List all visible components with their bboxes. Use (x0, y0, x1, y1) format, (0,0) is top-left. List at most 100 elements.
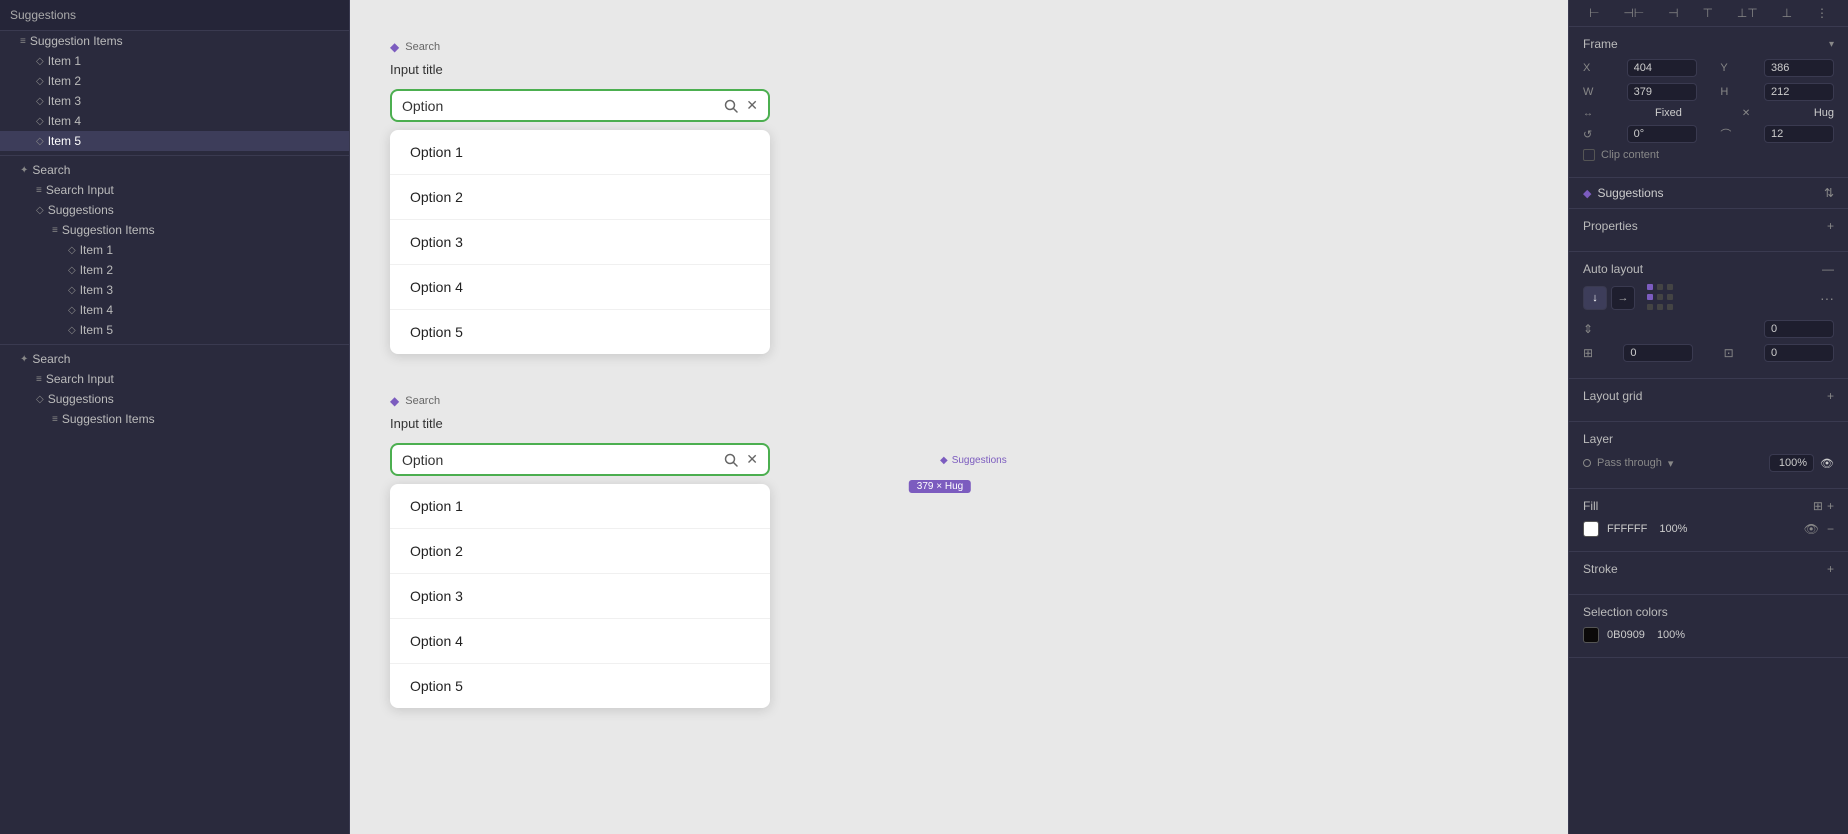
right-panel-toolbar: ⊢ ⊣⊢ ⊣ ⊤ ⊥⊤ ⊥ ⋮ (1569, 0, 1848, 27)
suggestion-option[interactable]: Option 2 (390, 529, 770, 574)
sidebar-item-item2-3[interactable]: ◇ Item 3 (0, 280, 349, 300)
search-input-wrapper-1[interactable]: ✕ (390, 89, 770, 122)
properties-add-icon[interactable]: + (1827, 219, 1834, 233)
suggestion-option[interactable]: Option 3 (390, 220, 770, 265)
selection-color-swatch[interactable] (1583, 627, 1599, 643)
suggestion-option[interactable]: Option 1 (390, 484, 770, 529)
sidebar-label: Suggestion Items (30, 34, 123, 48)
dot (1647, 284, 1653, 290)
h-input[interactable] (1764, 83, 1834, 101)
y-input[interactable] (1764, 59, 1834, 77)
gap-input[interactable] (1764, 320, 1834, 338)
constraint-row: ↔ Fixed ✕ Hug (1583, 107, 1834, 119)
suggestion-option[interactable]: Option 5 (390, 664, 770, 708)
diamond-icon: ◇ (36, 205, 44, 216)
sidebar-item-item1-4[interactable]: ◇ Item 4 (0, 111, 349, 131)
distribute-icon[interactable]: ⋮ (1816, 6, 1828, 20)
sidebar-item-item1-5[interactable]: ◇ Item 5 (0, 131, 349, 151)
sidebar-item-search-1[interactable]: ✦ Search (0, 160, 349, 180)
suggestion-option[interactable]: Option 4 (390, 265, 770, 310)
align-center-v-icon[interactable]: ⊥⊤ (1737, 6, 1758, 20)
fill-color-row: FFFFFF 100% 👁 − (1583, 521, 1834, 537)
arrow-down-btn[interactable]: ↓ (1583, 286, 1607, 310)
dot (1647, 304, 1653, 310)
align-center-h-icon[interactable]: ⊣⊢ (1623, 6, 1644, 20)
sidebar-item-suggestions-1[interactable]: ◇ Suggestions (0, 200, 349, 220)
sidebar-item-item2-1[interactable]: ◇ Item 1 (0, 240, 349, 260)
selection-colors-label: Selection colors (1583, 605, 1668, 619)
arrow-right-btn[interactable]: → (1611, 286, 1635, 310)
search-icon-button-2[interactable] (724, 453, 738, 467)
fill-visibility-icon[interactable]: 👁 (1804, 522, 1819, 536)
sidebar-item-item2-2[interactable]: ◇ Item 2 (0, 260, 349, 280)
gem-icon-2: ◆ (390, 394, 399, 408)
fill-hex-value: FFFFFF (1607, 523, 1647, 535)
suggestions-section-label: Suggestions (1597, 186, 1663, 200)
clip-checkbox[interactable] (1583, 149, 1595, 161)
frame-expand-icon[interactable]: ▾ (1829, 39, 1834, 50)
diamond-icon: ◇ (68, 285, 76, 296)
padding-v-input[interactable] (1764, 344, 1834, 362)
search-icon-button-1[interactable] (724, 99, 738, 113)
w-input[interactable] (1627, 83, 1697, 101)
diamond-icon: ◇ (36, 96, 44, 107)
sidebar-item-item2-5[interactable]: ◇ Item 5 (0, 320, 349, 340)
frame-section-title: Frame ▾ (1583, 37, 1834, 51)
align-top-icon[interactable]: ⊤ (1702, 6, 1712, 20)
sidebar-item-search-input-2[interactable]: ≡ Search Input (0, 369, 349, 389)
diamond-icon: ◇ (68, 245, 76, 256)
search-input-2[interactable] (402, 452, 716, 468)
sidebar-label: Item 2 (48, 74, 81, 88)
frame-section: Frame ▾ X Y W H ↔ Fixed ✕ Hug ↺ ⌒ (1569, 27, 1848, 178)
sidebar-item-suggestion-items-3[interactable]: ≡ Suggestion Items (0, 409, 349, 429)
canvas: ◆ Search Input title ✕ Option 1 Option 2… (350, 0, 1568, 834)
suggestion-option[interactable]: Option 3 (390, 574, 770, 619)
sidebar-item-item1-2[interactable]: ◇ Item 2 (0, 71, 349, 91)
suggestion-option[interactable]: Option 5 (390, 310, 770, 354)
rotation-input[interactable] (1627, 125, 1697, 143)
stroke-add-icon[interactable]: + (1827, 562, 1834, 576)
sidebar-item-suggestion-items-1[interactable]: ≡ Suggestion Items (0, 31, 349, 51)
diamond-icon: ◇ (36, 136, 44, 147)
visibility-icon[interactable]: 👁 (1820, 457, 1834, 470)
suggestions-section: ◆ Suggestions ⇅ (1569, 178, 1848, 209)
suggestion-option[interactable]: Option 2 (390, 175, 770, 220)
fill-type-icon[interactable]: ⊞ (1813, 499, 1823, 513)
sidebar-label: Suggestion Items (62, 412, 155, 426)
opacity-input[interactable] (1769, 454, 1814, 472)
sidebar-label: Item 1 (48, 54, 81, 68)
sidebar-item-suggestion-items-2[interactable]: ≡ Suggestion Items (0, 220, 349, 240)
align-left-icon[interactable]: ⊢ (1589, 6, 1599, 20)
autolayout-minus-icon[interactable]: — (1822, 262, 1834, 276)
sidebar-item-suggestions-2[interactable]: ◇ Suggestions (0, 389, 349, 409)
clear-icon-button-2[interactable]: ✕ (746, 451, 758, 468)
padding-h-input[interactable] (1623, 344, 1693, 362)
layout-grid-label: Layout grid (1583, 389, 1642, 403)
align-bottom-icon[interactable]: ⊥ (1782, 6, 1792, 20)
search-input-wrapper-2[interactable]: ✕ (390, 443, 770, 476)
padding-row: ⊞ ⊡ (1583, 344, 1834, 362)
fill-add-icon[interactable]: + (1827, 499, 1834, 513)
x-label: X (1583, 62, 1603, 74)
corner-input[interactable] (1764, 125, 1834, 143)
suggestion-option[interactable]: Option 4 (390, 619, 770, 664)
sidebar-item-item1-1[interactable]: ◇ Item 1 (0, 51, 349, 71)
layout-direction-arrows: ↓ → ··· (1583, 284, 1834, 312)
autolayout-label: Auto layout (1583, 262, 1643, 276)
fill-remove-icon[interactable]: − (1827, 522, 1834, 536)
list-icon: ≡ (52, 225, 58, 236)
sidebar-item-item2-4[interactable]: ◇ Item 4 (0, 300, 349, 320)
align-right-icon[interactable]: ⊣ (1668, 6, 1678, 20)
suggestions-sort-icon[interactable]: ⇅ (1824, 186, 1834, 200)
fill-color-swatch[interactable] (1583, 521, 1599, 537)
clear-icon-button-1[interactable]: ✕ (746, 97, 758, 114)
search-input-1[interactable] (402, 98, 716, 114)
sidebar-item-search-input-1[interactable]: ≡ Search Input (0, 180, 349, 200)
sidebar-label: Search Input (46, 372, 114, 386)
sidebar-item-search-2[interactable]: ✦ Search (0, 349, 349, 369)
x-input[interactable] (1627, 59, 1697, 77)
sidebar-item-item1-3[interactable]: ◇ Item 3 (0, 91, 349, 111)
layout-grid-add-icon[interactable]: + (1827, 389, 1834, 403)
more-options-icon[interactable]: ··· (1820, 290, 1834, 306)
suggestion-option[interactable]: Option 1 (390, 130, 770, 175)
